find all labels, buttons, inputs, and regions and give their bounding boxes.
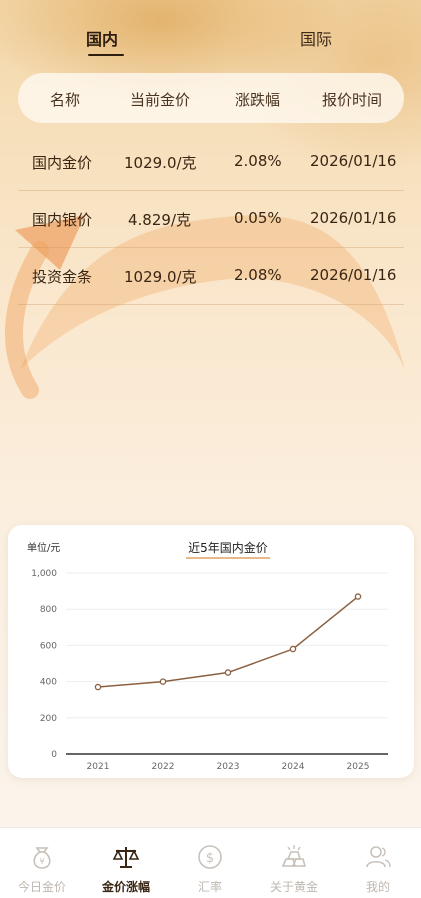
row-name: 国内银价 xyxy=(32,211,93,229)
tabbar-item-about-gold[interactable]: 关于黄金 xyxy=(252,828,336,898)
y-tick-label: 400 xyxy=(40,678,57,688)
data-point xyxy=(354,593,362,600)
dollar-coin-icon: $ xyxy=(198,845,222,869)
market-tabs: 国内 国际 xyxy=(0,22,421,62)
y-tick-label: 200 xyxy=(40,714,57,724)
table-row[interactable]: 国内金价 1029.0/克 2.08% 2026/01/16 xyxy=(18,134,404,190)
tabbar-item-price-change[interactable]: 金价涨幅 xyxy=(84,828,168,898)
money-bag-icon: ¥ xyxy=(33,847,51,869)
row-time: 2026/01/16 xyxy=(310,266,397,284)
tabbar-label: 金价涨幅 xyxy=(101,880,150,894)
data-point xyxy=(159,678,167,685)
x-tick-label: 2024 xyxy=(282,762,305,772)
row-change: 0.05% xyxy=(234,209,282,227)
row-name: 国内金价 xyxy=(32,154,93,172)
header-price: 当前金价 xyxy=(130,91,191,109)
tabbar-label: 关于黄金 xyxy=(269,880,318,894)
x-tick-label: 2021 xyxy=(87,762,110,772)
table-row[interactable]: 投资金条 1029.0/克 2.08% 2026/01/16 xyxy=(18,248,404,304)
data-point xyxy=(224,669,232,676)
row-divider xyxy=(18,304,404,305)
tabbar-item-mine[interactable]: 我的 xyxy=(336,828,420,898)
y-tick-label: 800 xyxy=(40,605,57,615)
tabbar-item-exchange-rate[interactable]: $ 汇率 xyxy=(168,828,252,898)
balance-scale-icon xyxy=(112,847,140,868)
row-price: 1029.0/克 xyxy=(124,268,197,286)
price-chart-card: 单位/元 近5年国内金价 0 200 400 600 800 1,000 2021 2022 202… xyxy=(8,525,414,778)
row-price: 4.829/克 xyxy=(128,211,191,229)
tabbar-label: 汇率 xyxy=(197,880,222,894)
y-tick-label: 600 xyxy=(40,641,57,651)
x-tick-label: 2022 xyxy=(152,762,175,772)
x-tick-label: 2023 xyxy=(217,762,240,772)
tabbar-label: 我的 xyxy=(365,880,390,894)
y-tick-label: 0 xyxy=(51,750,57,760)
svg-text:$: $ xyxy=(206,851,214,866)
user-icon xyxy=(366,846,391,868)
row-time: 2026/01/16 xyxy=(310,209,397,227)
x-tick-label: 2025 xyxy=(347,762,370,772)
active-tab-indicator xyxy=(88,54,124,56)
gold-bars-icon xyxy=(281,845,307,867)
header-change: 涨跌幅 xyxy=(235,91,281,109)
bottom-tab-bar: ¥ 今日金价 金价涨幅 $ 汇率 关于黄金 我的 xyxy=(0,827,421,898)
row-price: 1029.0/克 xyxy=(124,154,197,172)
tab-domestic[interactable]: 国内 xyxy=(86,26,118,50)
row-change: 2.08% xyxy=(234,152,282,170)
data-point xyxy=(94,683,102,691)
tabbar-label: 今日金价 xyxy=(17,880,66,894)
y-tick-label: 1,000 xyxy=(31,569,57,579)
chart-unit-label: 单位/元 xyxy=(27,541,60,554)
data-point xyxy=(289,645,297,653)
row-name: 投资金条 xyxy=(32,268,93,286)
svg-text:¥: ¥ xyxy=(39,857,44,866)
table-header: 名称 当前金价 涨跌幅 报价时间 xyxy=(18,73,404,123)
tabbar-item-today-price[interactable]: ¥ 今日金价 xyxy=(0,828,84,898)
row-change: 2.08% xyxy=(234,266,282,284)
line-chart: 单位/元 近5年国内金价 0 200 400 600 800 1,000 2021 2022 202… xyxy=(27,540,388,772)
table-row[interactable]: 国内银价 4.829/克 0.05% 2026/01/16 xyxy=(18,191,404,247)
header-name: 名称 xyxy=(50,91,81,109)
chart-title: 近5年国内金价 xyxy=(188,540,268,555)
tab-international[interactable]: 国际 xyxy=(300,26,332,50)
row-time: 2026/01/16 xyxy=(310,152,397,170)
header-time: 报价时间 xyxy=(322,91,383,109)
